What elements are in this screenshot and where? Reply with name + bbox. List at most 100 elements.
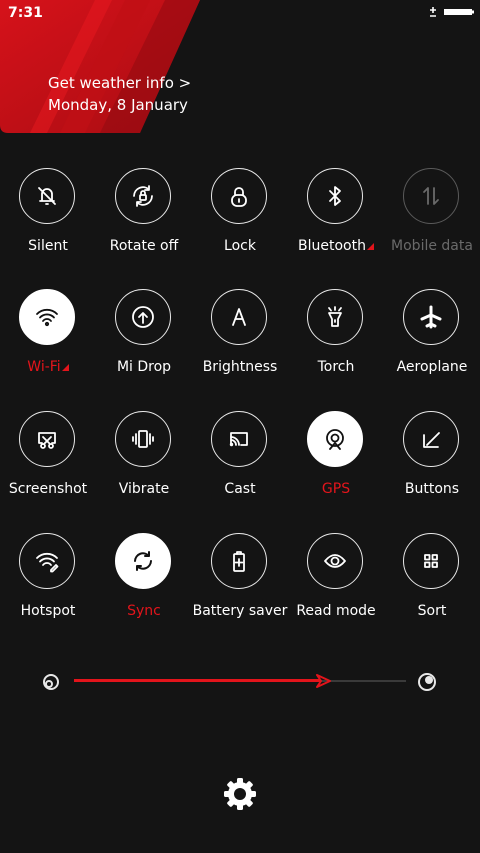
mobile-data-icon (413, 178, 449, 214)
toggle-battery-saver[interactable]: Battery saver (192, 533, 288, 643)
toggle-label-text: Sync (127, 603, 161, 619)
toggle-button[interactable] (211, 533, 267, 589)
toggle-label-text: Bluetooth (298, 238, 366, 254)
torch-icon (317, 299, 353, 335)
toggle-label-text: Lock (224, 238, 256, 254)
toggle-label-text: Hotspot (20, 603, 76, 619)
gear-icon (222, 778, 258, 816)
more-options-indicator (61, 364, 69, 371)
battery-saver-icon (221, 543, 257, 579)
toggle-buttons[interactable]: Buttons (384, 411, 480, 521)
toggle-cast[interactable]: Cast (192, 411, 288, 521)
toggle-label-text: Vibrate (118, 481, 170, 497)
toggle-read-mode[interactable]: Read mode (288, 533, 384, 643)
vibrate-icon (125, 421, 161, 457)
toggle-button[interactable] (115, 411, 171, 467)
toggle-label: Screenshot (0, 481, 102, 497)
toggle-label: Sync (90, 603, 198, 619)
toggle-button[interactable] (115, 168, 171, 224)
toggle-button[interactable] (307, 168, 363, 224)
toggle-button[interactable] (211, 411, 267, 467)
toggle-label: GPS (282, 481, 390, 497)
date-label: Monday, 8 January (48, 96, 188, 114)
toggle-button[interactable] (19, 533, 75, 589)
toggle-rotate-off[interactable]: Rotate off (96, 168, 192, 278)
toggle-label: Rotate off (90, 238, 198, 254)
toggle-bluetooth[interactable]: Bluetooth (288, 168, 384, 278)
toggle-button[interactable] (307, 289, 363, 345)
toggle-label: Buttons (378, 481, 480, 497)
buttons-icon (413, 421, 449, 457)
toggle-screenshot[interactable]: Screenshot (0, 411, 96, 521)
toggle-label: Vibrate (90, 481, 198, 497)
toggle-wi-fi[interactable]: Wi-Fi (0, 289, 96, 399)
toggle-button[interactable] (403, 168, 459, 224)
bell-off-icon (29, 178, 65, 214)
toggle-label-text: Read mode (296, 603, 376, 619)
brightness-slider[interactable] (40, 668, 440, 694)
toggle-label: Wi-Fi (0, 359, 102, 375)
settings-button[interactable] (222, 776, 258, 816)
sync-icon (125, 543, 161, 579)
toggle-label: Read mode (282, 603, 390, 619)
toggle-gps[interactable]: GPS (288, 411, 384, 521)
toggle-hotspot[interactable]: Hotspot (0, 533, 96, 643)
toggle-label-text: Brightness (202, 359, 278, 375)
toggle-label-text: Buttons (404, 481, 460, 497)
toggle-label-text: Aeroplane (396, 359, 468, 375)
toggle-button[interactable] (19, 411, 75, 467)
wifi-icon (29, 299, 65, 335)
toggle-label-text: Silent (28, 238, 68, 254)
toggle-label: Torch (282, 359, 390, 375)
weather-link[interactable]: Get weather info > (48, 72, 191, 94)
weather-date-widget[interactable]: Get weather info > Monday, 8 January (48, 72, 191, 116)
toggle-button[interactable] (403, 289, 459, 345)
toggle-lock[interactable]: Lock (192, 168, 288, 278)
toggle-aeroplane[interactable]: Aeroplane (384, 289, 480, 399)
toggle-label: Lock (186, 238, 294, 254)
toggle-button[interactable] (115, 289, 171, 345)
toggle-brightness[interactable]: Brightness (192, 289, 288, 399)
toggle-label: Silent (0, 238, 102, 254)
toggle-button[interactable] (307, 533, 363, 589)
toggle-button[interactable] (403, 533, 459, 589)
toggle-button[interactable] (211, 168, 267, 224)
toggle-button[interactable] (19, 289, 75, 345)
hotspot-icon (29, 543, 65, 579)
toggle-silent[interactable]: Silent (0, 168, 96, 278)
toggle-label-text: Rotate off (109, 238, 179, 254)
mi-drop-icon (125, 299, 161, 335)
toggle-button[interactable] (115, 533, 171, 589)
brightness-high-icon (416, 671, 438, 697)
brightness-thumb[interactable] (316, 673, 332, 692)
toggle-label-text: Screenshot (8, 481, 88, 497)
toggle-label-text: Battery saver (192, 603, 288, 619)
rotate-lock-icon (125, 178, 161, 214)
toggle-label: Hotspot (0, 603, 102, 619)
lock-icon (221, 178, 257, 214)
toggle-label-text: Sort (417, 603, 447, 619)
cast-icon (221, 421, 257, 457)
toggle-button[interactable] (19, 168, 75, 224)
toggle-button[interactable] (403, 411, 459, 467)
gps-icon (317, 421, 353, 457)
toggle-sort[interactable]: Sort (384, 533, 480, 643)
eye-icon (317, 543, 353, 579)
toggle-label: Mi Drop (90, 359, 198, 375)
toggle-sync[interactable]: Sync (96, 533, 192, 643)
toggle-mobile-data[interactable]: Mobile data (384, 168, 480, 278)
grid-sort-icon (413, 543, 449, 579)
toggle-label: Sort (378, 603, 480, 619)
screenshot-icon (29, 421, 65, 457)
toggle-label: Mobile data (378, 238, 480, 254)
toggle-vibrate[interactable]: Vibrate (96, 411, 192, 521)
toggle-label: Brightness (186, 359, 294, 375)
toggle-torch[interactable]: Torch (288, 289, 384, 399)
toggle-label-text: Mi Drop (116, 359, 172, 375)
toggle-button[interactable] (211, 289, 267, 345)
more-options-indicator (366, 243, 374, 250)
toggle-button[interactable] (307, 411, 363, 467)
toggle-mi-drop[interactable]: Mi Drop (96, 289, 192, 399)
toggle-label: Bluetooth (282, 238, 390, 254)
toggle-label: Battery saver (186, 603, 294, 619)
